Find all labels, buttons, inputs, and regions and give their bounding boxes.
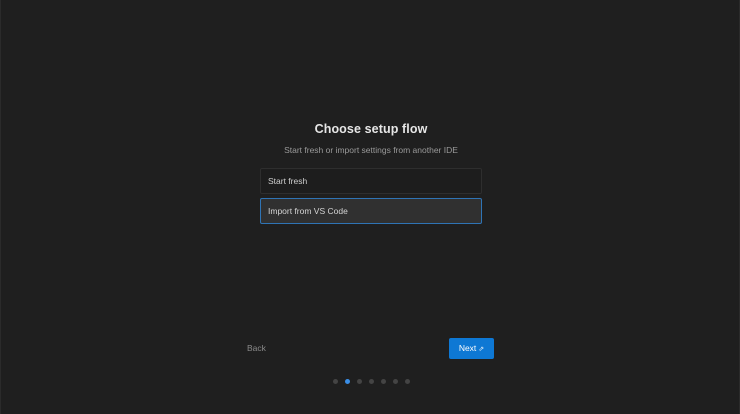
step-dot (381, 379, 386, 384)
setup-window: Choose setup flow Start fresh or import … (0, 0, 740, 414)
step-dot (405, 379, 410, 384)
external-link-icon: ⇗ (478, 346, 485, 353)
step-dot (369, 379, 374, 384)
next-button[interactable]: Next ⇗ (449, 338, 494, 359)
step-dot (333, 379, 338, 384)
step-indicator (333, 379, 410, 384)
page-subtitle: Start fresh or import settings from anot… (284, 145, 458, 155)
page-title: Choose setup flow (314, 122, 428, 136)
option-label: Start fresh (268, 176, 308, 186)
option-start-fresh[interactable]: Start fresh (260, 168, 482, 194)
next-button-label: Next (458, 343, 477, 353)
step-dot (357, 379, 362, 384)
option-import-vscode[interactable]: Import from VS Code (260, 198, 482, 224)
step-dot (393, 379, 398, 384)
back-button[interactable]: Back (247, 343, 266, 353)
option-label: Import from VS Code (268, 206, 348, 216)
step-dot-active (345, 379, 350, 384)
